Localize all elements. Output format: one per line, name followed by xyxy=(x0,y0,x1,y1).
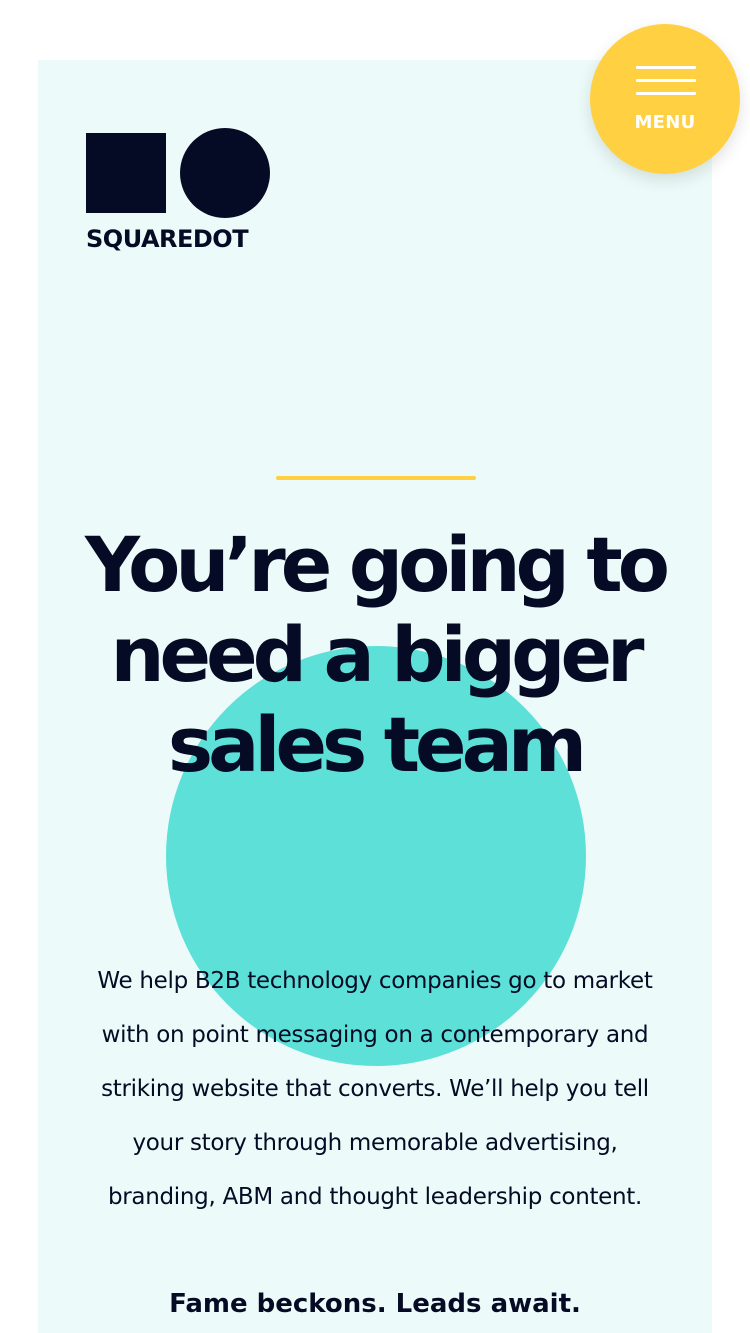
hero-headline: You’re going to need a bigger sales team xyxy=(85,520,670,789)
logo[interactable]: SQUAREDOT xyxy=(86,128,276,258)
menu-label: MENU xyxy=(634,112,696,133)
logo-wordmark: SQUAREDOT xyxy=(86,225,249,253)
menu-button[interactable]: MENU xyxy=(590,24,740,174)
logo-square-icon xyxy=(86,133,166,213)
logo-dot-icon xyxy=(180,128,270,218)
hero-description: We help B2B technology companies go to m… xyxy=(97,968,653,1210)
page: SQUAREDOT MENU You’re going to need a bi… xyxy=(0,0,750,1333)
accent-divider xyxy=(276,476,476,480)
hamburger-icon xyxy=(636,66,696,96)
hero-tagline: Fame beckons. Leads await. xyxy=(169,1289,581,1319)
